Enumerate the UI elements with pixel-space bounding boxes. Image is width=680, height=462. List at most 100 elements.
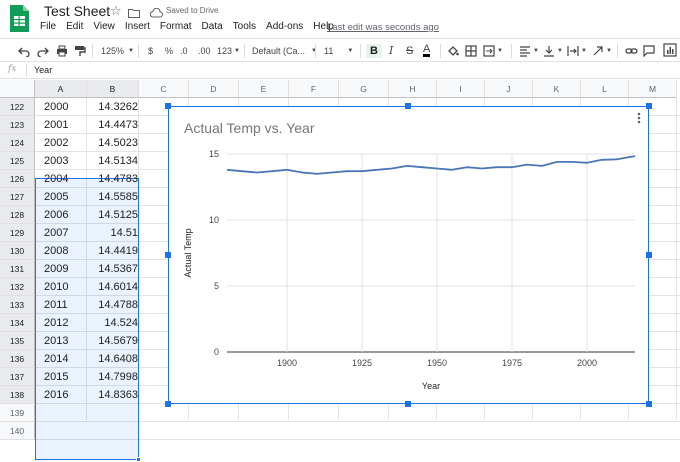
text-color-button[interactable]: A: [423, 44, 431, 57]
merge-cells-icon[interactable]: [483, 44, 495, 58]
cell-year[interactable]: 2015: [44, 368, 68, 386]
row-header[interactable]: 124: [0, 134, 35, 152]
paint-format-icon[interactable]: [74, 44, 86, 58]
menu-format[interactable]: Format: [160, 21, 192, 35]
cell-year[interactable]: 2006: [44, 206, 68, 224]
menu-insert[interactable]: Insert: [125, 21, 150, 35]
row-header[interactable]: 127: [0, 188, 35, 206]
menu-data[interactable]: Data: [202, 21, 223, 35]
cell-year[interactable]: 2013: [44, 332, 68, 350]
bold-button[interactable]: B: [366, 44, 382, 58]
menu-tools[interactable]: Tools: [233, 21, 256, 35]
menu-file[interactable]: File: [40, 21, 56, 35]
cell-year[interactable]: 2008: [44, 242, 68, 260]
row-header[interactable]: 126: [0, 170, 35, 188]
insert-chart-icon[interactable]: [663, 43, 677, 62]
menu-addons[interactable]: Add-ons: [266, 21, 303, 35]
chart-resize-handle-tl[interactable]: [165, 103, 171, 109]
cell-temp[interactable]: 14.51: [87, 224, 138, 242]
cell-temp[interactable]: 14.4473: [87, 116, 138, 134]
menu-view[interactable]: View: [93, 21, 115, 35]
cell-year[interactable]: 2011: [44, 296, 68, 314]
more-formats-button[interactable]: 123 ▼: [217, 44, 240, 58]
chart-resize-handle-b[interactable]: [405, 401, 411, 407]
italic-button[interactable]: I: [389, 44, 393, 58]
cell-year[interactable]: 2000: [44, 98, 68, 116]
font-size-select[interactable]: 11 ▼: [324, 44, 353, 58]
row-header[interactable]: 139: [0, 404, 35, 422]
column-header-i[interactable]: I: [437, 80, 485, 98]
row-header[interactable]: 135: [0, 332, 35, 350]
column-header-g[interactable]: G: [339, 80, 389, 98]
cell-year[interactable]: 2003: [44, 152, 68, 170]
row-header[interactable]: 123: [0, 116, 35, 134]
cell-year[interactable]: 2016: [44, 386, 68, 404]
font-family-select[interactable]: Default (Ca... ▼: [252, 44, 317, 58]
row-header[interactable]: 132: [0, 278, 35, 296]
column-header-c[interactable]: C: [139, 80, 189, 98]
cell-year[interactable]: 2012: [44, 314, 68, 332]
cell-temp[interactable]: [87, 404, 138, 422]
column-header-d[interactable]: D: [189, 80, 239, 98]
chart-resize-handle-bl[interactable]: [165, 401, 171, 407]
chart-resize-handle-br[interactable]: [646, 401, 652, 407]
column-header-e[interactable]: E: [239, 80, 289, 98]
vertical-align-icon[interactable]: ▼: [543, 44, 563, 58]
select-all-corner[interactable]: [0, 80, 35, 98]
cell-year[interactable]: 2010: [44, 278, 68, 296]
star-icon[interactable]: ☆: [110, 3, 122, 19]
fill-color-icon[interactable]: [447, 44, 459, 58]
cell-temp[interactable]: 14.4783: [87, 170, 138, 188]
cell-year[interactable]: 2007: [44, 224, 68, 242]
chart-resize-handle-l[interactable]: [165, 252, 171, 258]
chart-resize-handle-r[interactable]: [646, 252, 652, 258]
column-header-j[interactable]: J: [485, 80, 533, 98]
cell-temp[interactable]: 14.3262: [87, 98, 138, 116]
row-header[interactable]: 131: [0, 260, 35, 278]
row-header[interactable]: 133: [0, 296, 35, 314]
strikethrough-button[interactable]: S: [406, 44, 413, 58]
row-header[interactable]: 134: [0, 314, 35, 332]
row-header[interactable]: 137: [0, 368, 35, 386]
undo-icon[interactable]: [18, 44, 30, 58]
cell-temp[interactable]: 14.5585: [87, 188, 138, 206]
cell-temp[interactable]: 14.6014: [87, 278, 138, 296]
column-header-l[interactable]: L: [581, 80, 629, 98]
embedded-chart[interactable]: Actual Temp vs. Year 0 5 10 15 1900 1925 1950 1…: [168, 106, 649, 404]
menu-edit[interactable]: Edit: [66, 21, 83, 35]
row-header[interactable]: 129: [0, 224, 35, 242]
cell-temp[interactable]: 14.7998: [87, 368, 138, 386]
row-header[interactable]: 138: [0, 386, 35, 404]
document-title[interactable]: Test Sheet: [44, 3, 110, 19]
cell-temp[interactable]: 14.5125: [87, 206, 138, 224]
cell-temp[interactable]: 14.8363: [87, 386, 138, 404]
row-header[interactable]: 140: [0, 422, 35, 440]
percent-format-button[interactable]: %: [165, 44, 173, 58]
cell-temp[interactable]: [87, 422, 138, 440]
redo-icon[interactable]: [37, 44, 49, 58]
fill-handle[interactable]: [136, 457, 141, 462]
column-header-k[interactable]: K: [533, 80, 581, 98]
print-icon[interactable]: [56, 44, 68, 58]
cell-year[interactable]: 2009: [44, 260, 68, 278]
cell-temp[interactable]: 14.5367: [87, 260, 138, 278]
cell-temp[interactable]: 14.6408: [87, 350, 138, 368]
currency-format-button[interactable]: $: [148, 44, 153, 58]
increase-decimals-button[interactable]: .00: [198, 44, 211, 58]
cell-year[interactable]: 2004: [44, 170, 68, 188]
cell-temp[interactable]: 14.5134: [87, 152, 138, 170]
formula-input[interactable]: Year: [34, 65, 52, 75]
chart-resize-handle-t[interactable]: [405, 103, 411, 109]
insert-link-icon[interactable]: [625, 44, 638, 58]
decrease-decimals-button[interactable]: .0: [180, 44, 188, 58]
borders-icon[interactable]: [465, 44, 477, 58]
cell-temp[interactable]: 14.4788: [87, 296, 138, 314]
cell-temp[interactable]: 14.5023: [87, 134, 138, 152]
last-edit-link[interactable]: Last edit was seconds ago: [327, 22, 439, 33]
row-header[interactable]: 125: [0, 152, 35, 170]
text-rotation-icon[interactable]: ▼: [592, 44, 612, 58]
series-line[interactable]: [226, 155, 636, 175]
column-header-m[interactable]: M: [629, 80, 677, 98]
cell-temp[interactable]: 14.4419: [87, 242, 138, 260]
row-header[interactable]: 130: [0, 242, 35, 260]
